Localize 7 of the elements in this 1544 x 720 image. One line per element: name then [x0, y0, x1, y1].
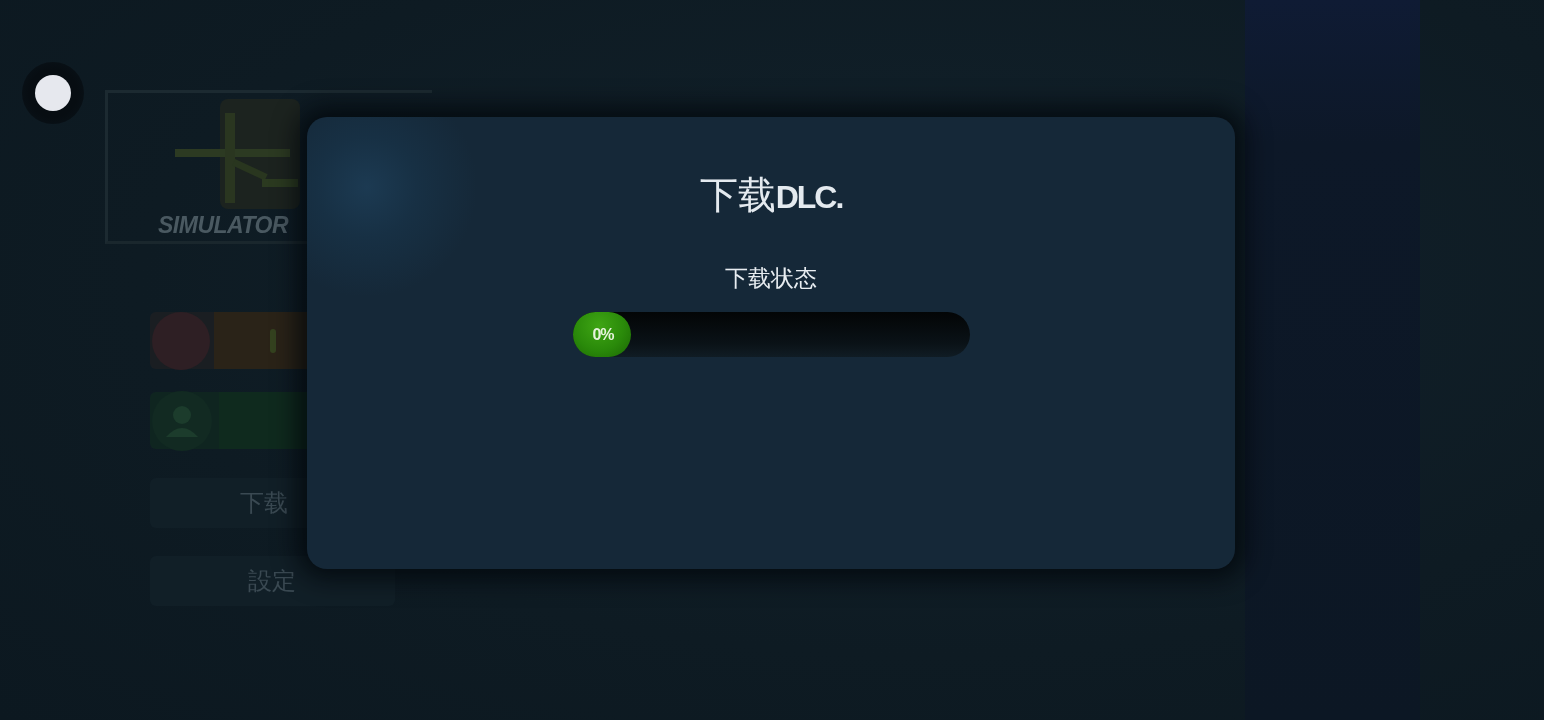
- progress-percent: 0%: [592, 325, 614, 344]
- status-label: 下载状态: [725, 264, 817, 293]
- avatar-icon: [152, 311, 210, 370]
- marker-icon: [268, 328, 278, 353]
- dot-icon: [35, 75, 71, 111]
- dialog-title: 下载DLC.: [699, 172, 843, 219]
- logo-text: SIMULATOR: [158, 211, 289, 239]
